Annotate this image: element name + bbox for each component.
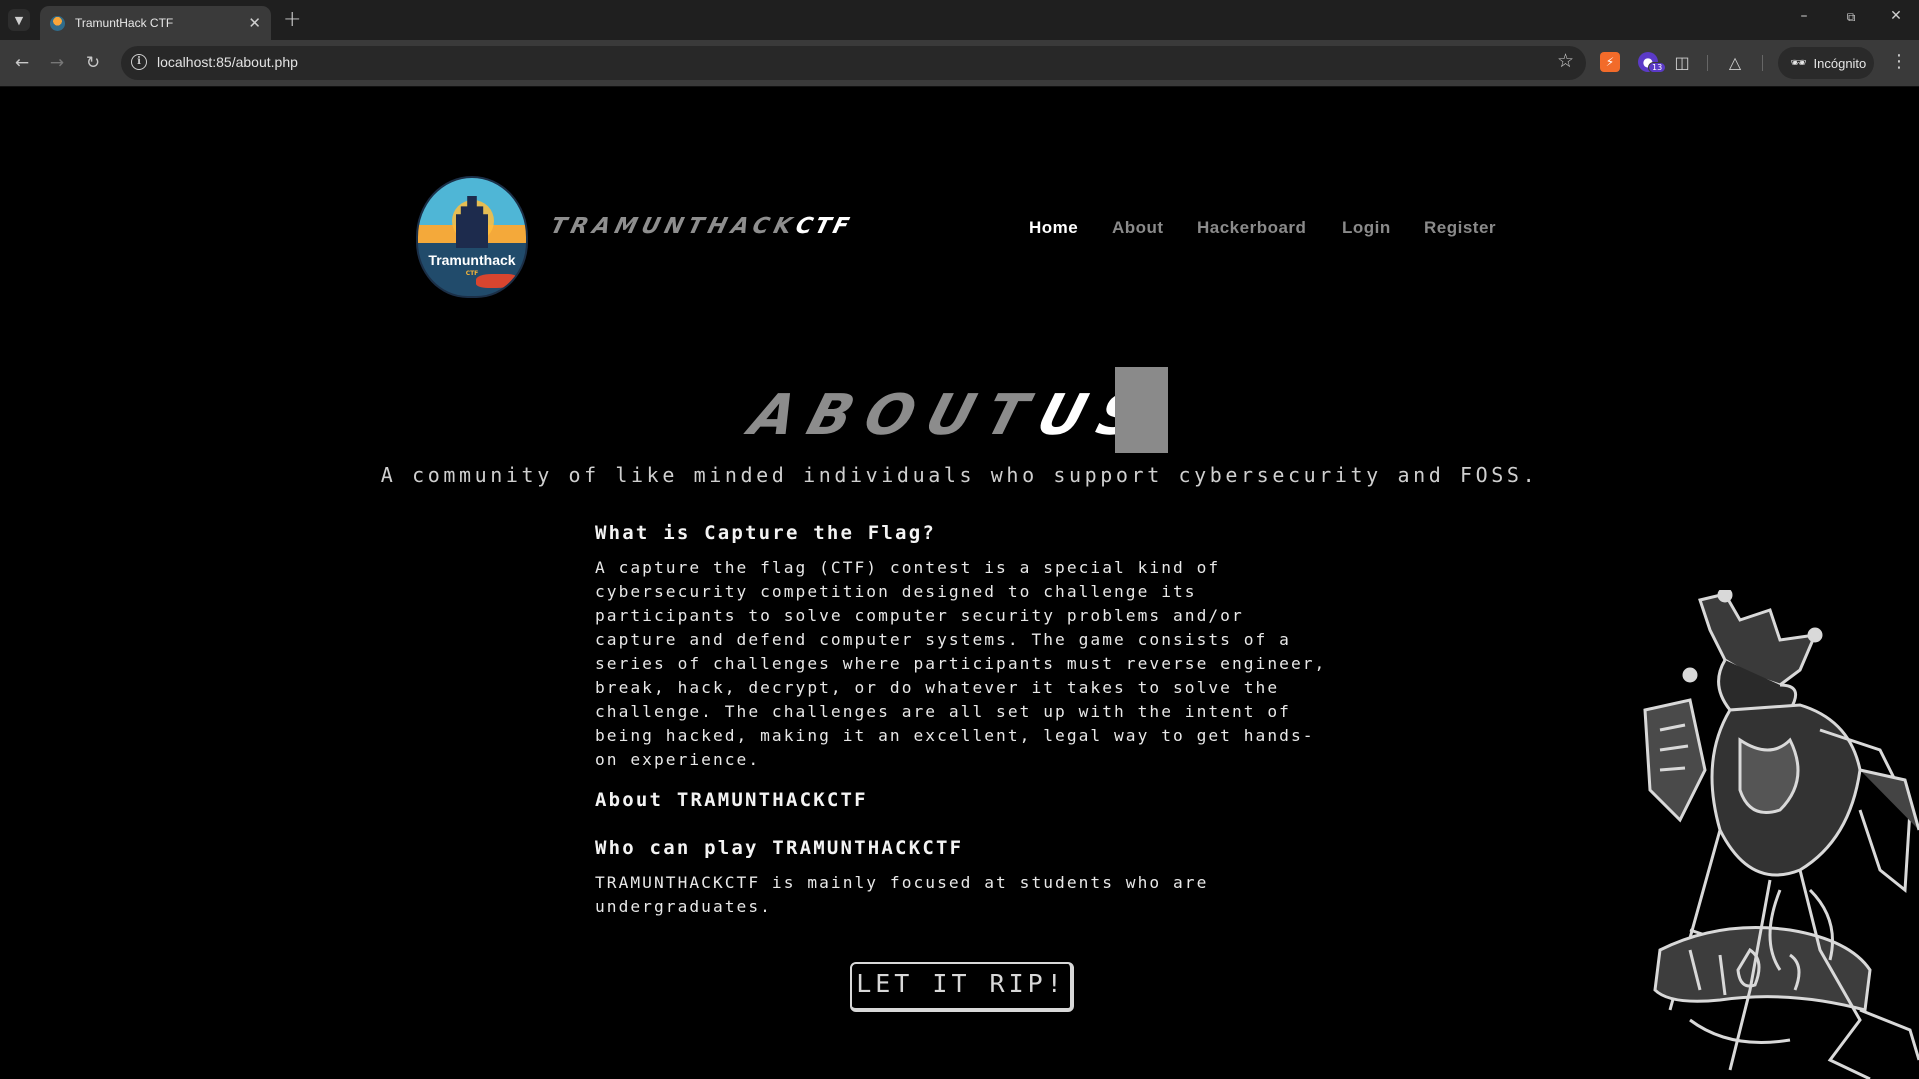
browser-tab-bar: ▼ TramuntHack CTF ✕ + – ⧉ ✕ bbox=[0, 0, 1919, 40]
nav-about[interactable]: About bbox=[1112, 218, 1164, 238]
section-paragraph: TRAMUNTHACKCTF is mainly focused at stud… bbox=[595, 871, 1335, 919]
minimize-icon[interactable]: – bbox=[1784, 8, 1824, 24]
toolbar-divider bbox=[1707, 55, 1708, 71]
incognito-icon: 🕶 bbox=[1790, 55, 1807, 70]
let-it-rip-button[interactable]: LET IT RIP! bbox=[850, 962, 1074, 1012]
section-paragraph: A capture the flag (CTF) contest is a sp… bbox=[595, 556, 1335, 772]
paragraph-line: undergraduates. bbox=[595, 897, 772, 916]
section-heading: Who can play TRAMUNTHACKCTF bbox=[595, 837, 964, 859]
brand-accent: CTF bbox=[792, 214, 855, 239]
section-heading: About TRAMUNTHACKCTF bbox=[595, 789, 868, 811]
paragraph-line: TRAMUNTHACKCTF is mainly focused at stud… bbox=[595, 873, 1209, 892]
paragraph-line: being hacked, making it an excellent, le… bbox=[595, 726, 1315, 745]
extension-icon[interactable]: ● 13 bbox=[1638, 52, 1667, 73]
page-title-main: ABOUT bbox=[742, 383, 1049, 448]
puzzle-icon[interactable]: ◫ bbox=[1672, 52, 1692, 72]
restore-icon[interactable]: ⧉ bbox=[1831, 10, 1871, 25]
toolbar-divider bbox=[1762, 55, 1763, 71]
paragraph-line: participants to solve computer security … bbox=[595, 606, 1244, 625]
tab-title: TramuntHack CTF bbox=[75, 16, 174, 30]
brand-main: TRAMUNTHACK bbox=[547, 214, 800, 239]
paragraph-line: cybersecurity competition designed to ch… bbox=[595, 582, 1197, 601]
extension-badge: 13 bbox=[1648, 62, 1667, 73]
typing-cursor bbox=[1115, 367, 1168, 453]
logo-sub: CTF bbox=[465, 270, 479, 277]
site-info-icon[interactable]: i bbox=[131, 54, 147, 70]
kebab-menu-icon[interactable]: ⋮ bbox=[1890, 51, 1908, 72]
logo-text: Tramunthack bbox=[428, 252, 516, 268]
jester-illustration bbox=[1643, 590, 1919, 1079]
paragraph-line: break, hack, decrypt, or do whatever it … bbox=[595, 678, 1280, 697]
paragraph-line: challenge. The challenges are all set up… bbox=[595, 702, 1291, 721]
extension-icon[interactable]: ⚡ bbox=[1600, 52, 1620, 72]
close-icon[interactable]: ✕ bbox=[248, 14, 261, 32]
close-window-icon[interactable]: ✕ bbox=[1876, 8, 1916, 24]
address-bar[interactable]: i localhost:85/about.php ☆ bbox=[121, 46, 1586, 80]
site-logo[interactable]: Tramunthack CTF bbox=[416, 176, 528, 298]
favicon bbox=[50, 15, 65, 31]
paragraph-line: A capture the flag (CTF) contest is a sp… bbox=[595, 558, 1221, 577]
nav-register[interactable]: Register bbox=[1424, 218, 1496, 238]
nav-login[interactable]: Login bbox=[1342, 218, 1391, 238]
paragraph-line: on experience. bbox=[595, 750, 761, 769]
plus-icon[interactable]: + bbox=[283, 7, 301, 32]
reload-icon[interactable]: ↻ bbox=[81, 51, 105, 75]
paragraph-line: capture and defend computer systems. The… bbox=[595, 630, 1291, 649]
incognito-label: Incógnito bbox=[1813, 55, 1867, 71]
url-text[interactable]: localhost:85/about.php bbox=[157, 54, 298, 70]
tab-search-icon[interactable]: ▼ bbox=[8, 9, 30, 31]
labs-flask-icon[interactable]: △ bbox=[1725, 52, 1745, 72]
brand-wordmark[interactable]: TRAMUNTHACKCTF bbox=[548, 214, 855, 239]
nav-home[interactable]: Home bbox=[1029, 218, 1078, 238]
bookmark-star-icon[interactable]: ☆ bbox=[1557, 50, 1574, 72]
page-title: ABOUTUS bbox=[743, 383, 1163, 448]
paragraph-line: series of challenges where participants … bbox=[595, 654, 1327, 673]
about-content: What is Capture the Flag? A capture the … bbox=[595, 520, 1335, 934]
browser-toolbar: ← → ↻ i localhost:85/about.php ☆ ⚡ ● 13 … bbox=[0, 40, 1919, 87]
back-arrow-icon[interactable]: ← bbox=[10, 51, 34, 75]
forward-arrow-icon[interactable]: → bbox=[45, 51, 69, 75]
incognito-indicator[interactable]: 🕶 Incógnito bbox=[1778, 47, 1874, 79]
nav-hackerboard[interactable]: Hackerboard bbox=[1197, 218, 1306, 238]
browser-tab[interactable]: TramuntHack CTF ✕ bbox=[40, 6, 271, 40]
section-heading: What is Capture the Flag? bbox=[595, 522, 936, 544]
tagline: A community of like minded individuals w… bbox=[380, 463, 1539, 487]
